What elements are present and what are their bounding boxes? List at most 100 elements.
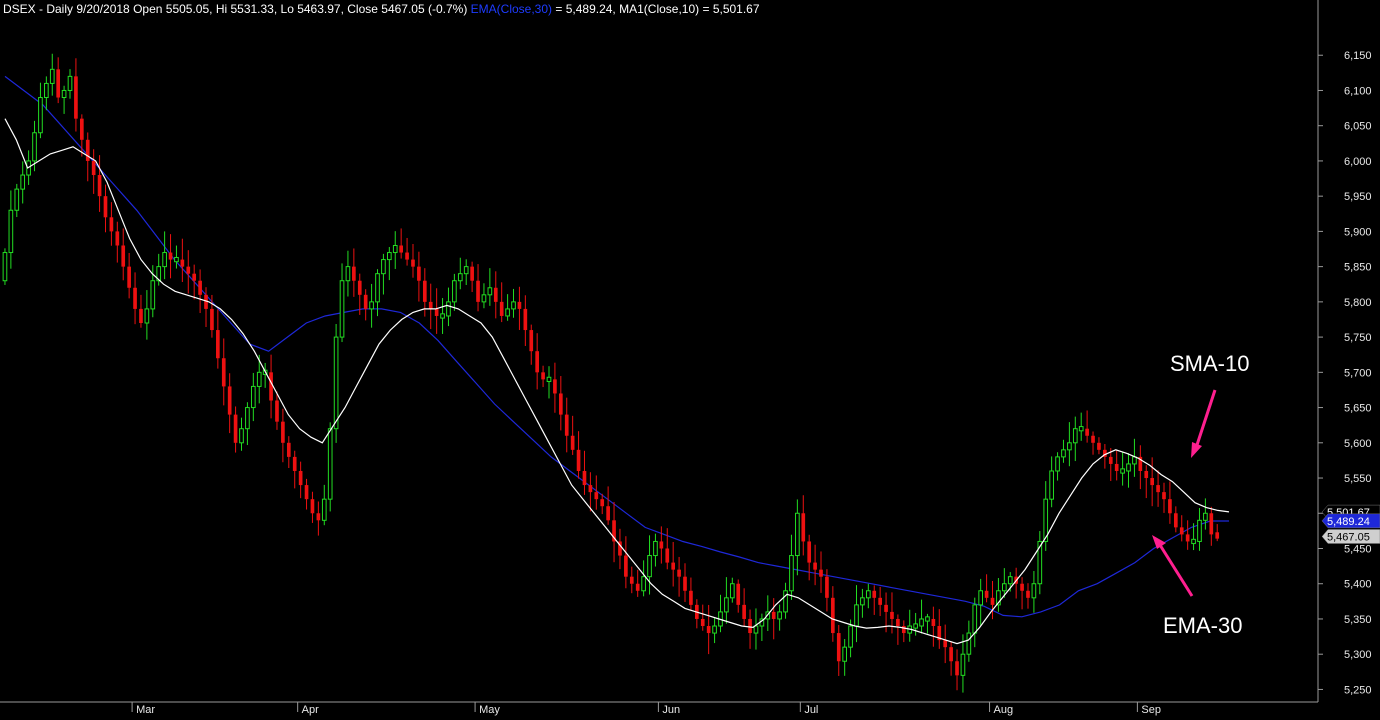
candle-body-down — [535, 351, 540, 373]
candle-body-up — [20, 174, 26, 190]
candle-body-down — [74, 76, 78, 119]
candle-body-down — [582, 470, 587, 486]
candle-body-down — [310, 499, 315, 514]
candle-body-up — [647, 555, 652, 578]
candle-body-down — [890, 611, 894, 619]
candle-body-up — [49, 68, 55, 84]
candle-body-up — [345, 266, 351, 282]
candle-body-down — [1020, 583, 1024, 591]
candle-body-down — [896, 618, 900, 627]
y-tick-label: 5,700 — [1344, 367, 1372, 379]
candle-body-up — [795, 512, 800, 557]
candle-body-down — [878, 597, 882, 605]
candle-body-down — [221, 358, 226, 387]
candle-body-up — [239, 428, 244, 444]
y-tick-label: 5,950 — [1344, 191, 1372, 203]
value-tag-text: 5,467.05 — [1327, 531, 1370, 543]
candle-body-down — [931, 618, 936, 627]
candle-body-down — [1168, 499, 1172, 514]
candle-body-up — [860, 597, 865, 606]
y-tick-label: 5,350 — [1344, 614, 1372, 626]
candle-body-down — [121, 245, 126, 267]
candle-body-up — [375, 273, 380, 303]
candle-body-down — [210, 308, 214, 331]
candle-body-down — [689, 590, 693, 605]
candle-body-down — [109, 217, 114, 232]
candle-body-up — [1055, 456, 1060, 472]
candle-body-up — [446, 301, 451, 317]
candle-body-up — [174, 256, 179, 263]
candle-body-down — [411, 259, 415, 267]
candle-body-down — [186, 266, 191, 274]
candle-body-up — [150, 280, 156, 310]
candle-body-up — [8, 209, 14, 254]
candle-body-up — [729, 583, 735, 599]
candle-body-down — [233, 414, 238, 443]
candle-body-down — [1026, 590, 1030, 598]
candle-body-up — [1078, 426, 1084, 432]
header-ma-text: MA1(Close,10) = 5,501.67 — [619, 2, 760, 16]
candle-body-down — [133, 287, 137, 309]
candle-body-up — [2, 252, 8, 282]
candle-body-up — [972, 604, 978, 634]
candle-body-up — [978, 590, 984, 606]
candle-body-down — [1209, 513, 1214, 535]
candle-body-down — [736, 583, 741, 605]
y-tick-label: 5,600 — [1344, 438, 1372, 450]
candle-body-down — [103, 196, 108, 218]
candle-body-up — [848, 625, 853, 648]
candle-body-down — [564, 414, 569, 436]
candle-body-down — [1108, 456, 1113, 464]
candle-body-down — [553, 379, 557, 394]
y-tick-label: 5,650 — [1344, 403, 1372, 415]
candle-body-up — [842, 646, 848, 662]
candle-body-down — [281, 421, 285, 443]
candle-body-down — [706, 626, 711, 634]
candle-body-down — [677, 569, 681, 577]
candle-body-down — [180, 259, 185, 267]
candle-body-up — [339, 280, 345, 338]
candle-body-down — [801, 513, 806, 542]
candle-body-down — [399, 245, 403, 253]
candle-body-down — [422, 280, 427, 302]
candle-body-down — [470, 266, 474, 281]
candle-body-down — [91, 160, 96, 176]
candle-body-up — [925, 616, 930, 622]
candle-body-up — [919, 618, 924, 627]
candle-body-up — [38, 97, 43, 134]
candle-body-down — [192, 273, 197, 281]
candle-body-up — [369, 301, 374, 310]
sma-annotation-label: SMA-10 — [1170, 351, 1249, 376]
candle-body-down — [1085, 428, 1089, 436]
candle-body-down — [629, 576, 634, 584]
candle-body-down — [624, 555, 628, 577]
x-month-label: Jul — [804, 704, 818, 716]
ema-value-tag: 5,489.24 — [1321, 513, 1380, 529]
candle-body-down — [363, 294, 368, 309]
candle-body-up — [641, 576, 646, 592]
candle-body-up — [67, 75, 73, 91]
candle-body-down — [588, 485, 593, 493]
candle-body-up — [14, 188, 20, 211]
candle-body-up — [753, 625, 759, 634]
candle-body-up — [440, 313, 445, 319]
candle-body-down — [316, 513, 321, 521]
candle-body-up — [457, 273, 463, 282]
y-tick-label: 5,800 — [1344, 297, 1372, 309]
candle-body-down — [434, 308, 439, 316]
x-month-label: May — [479, 704, 500, 716]
candle-body-down — [304, 485, 309, 500]
y-tick-label: 5,850 — [1344, 262, 1372, 274]
candle-body-down — [127, 266, 131, 288]
candle-body-down — [665, 548, 670, 563]
candle-body-down — [1097, 442, 1101, 450]
candle-body-up — [789, 555, 794, 592]
candle-body-up — [162, 252, 167, 268]
candle-body-down — [405, 252, 409, 260]
candle-body-down — [1114, 463, 1119, 471]
candle-body-up — [724, 597, 729, 613]
candle-body-down — [748, 618, 752, 634]
candle-body-down — [227, 386, 232, 415]
candle-body-down — [600, 499, 605, 507]
chart-header: DSEX - Daily 9/20/2018 Open 5505.05, Hi … — [3, 2, 760, 16]
